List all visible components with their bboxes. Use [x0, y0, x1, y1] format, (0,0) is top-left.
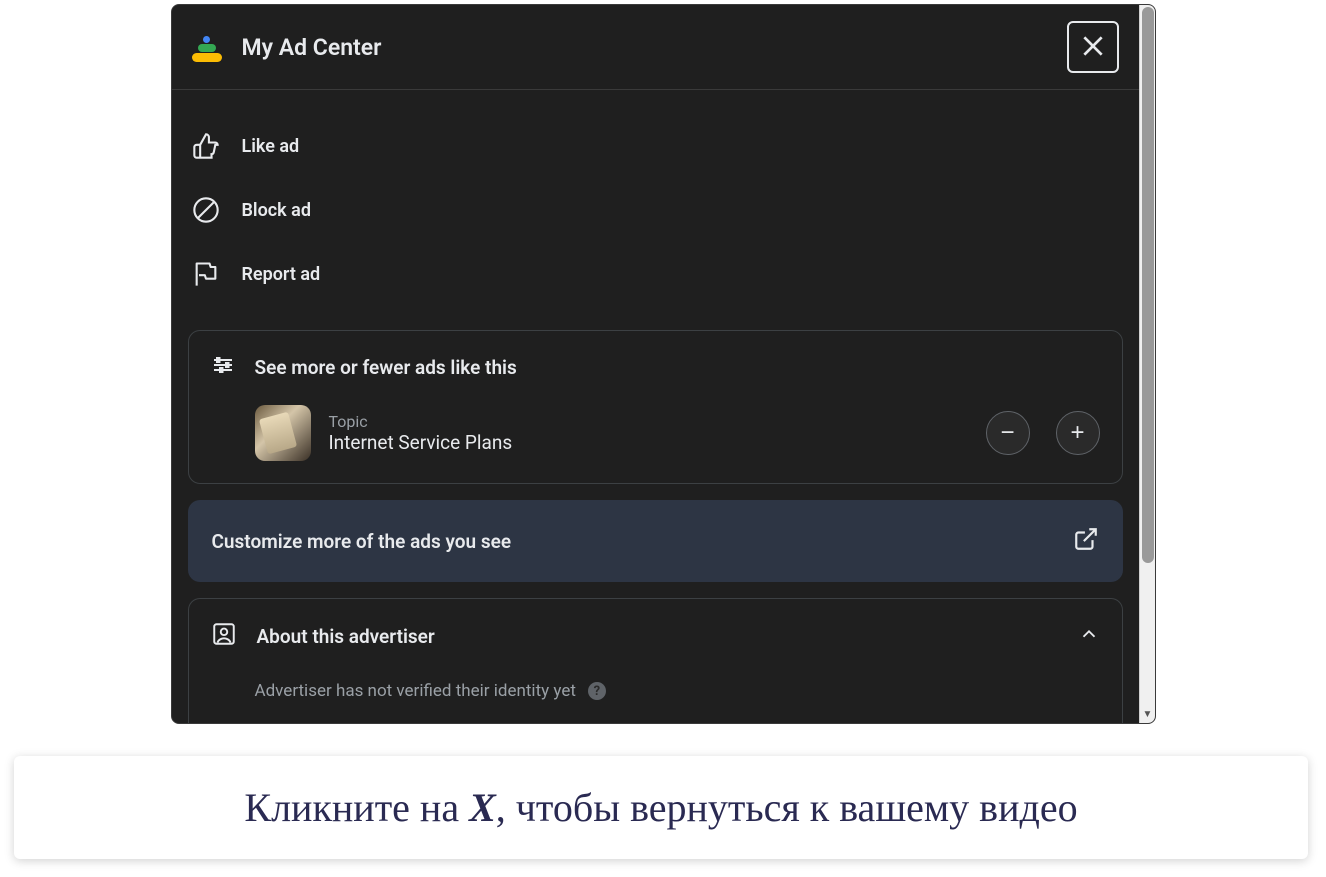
- person-icon: [211, 621, 237, 651]
- topic-thumbnail: [255, 405, 311, 461]
- ad-center-modal: ▲ ▼ My Ad Center: [171, 4, 1156, 724]
- topic-label: Topic: [329, 412, 968, 431]
- topic-value: Internet Service Plans: [329, 431, 968, 454]
- close-button[interactable]: [1067, 21, 1119, 73]
- help-icon[interactable]: ?: [588, 682, 606, 700]
- chevron-up-icon: [1078, 623, 1100, 649]
- ads-preference-card: See more or fewer ads like this Topic In…: [188, 330, 1123, 484]
- like-ad-label: Like ad: [242, 136, 300, 157]
- customize-ads-button[interactable]: Customize more of the ads you see: [188, 500, 1123, 582]
- sliders-icon: [211, 353, 235, 381]
- thumbs-up-icon: [192, 132, 220, 160]
- fewer-ads-button[interactable]: −: [986, 411, 1030, 455]
- advertiser-title: About this advertiser: [257, 625, 435, 648]
- header-left: My Ad Center: [192, 32, 382, 62]
- scrollbar-thumb[interactable]: [1142, 7, 1154, 563]
- report-ad-label: Report ad: [242, 264, 321, 285]
- block-ad-button[interactable]: Block ad: [192, 178, 1119, 242]
- caption-pre: Кликните на: [244, 785, 469, 830]
- card-header: See more or fewer ads like this: [211, 353, 1100, 381]
- external-link-icon: [1073, 526, 1099, 556]
- advertiser-status-text: Advertiser has not verified their identi…: [255, 681, 576, 701]
- caption-post: , чтобы вернуться к вашему видео: [496, 785, 1078, 830]
- ad-center-logo-icon: [192, 32, 222, 62]
- customize-label: Customize more of the ads you see: [212, 530, 512, 553]
- topic-adjust-buttons: − +: [986, 411, 1100, 455]
- scroll-down-arrow-icon[interactable]: ▼: [1140, 707, 1156, 723]
- scrollbar[interactable]: ▲ ▼: [1139, 5, 1155, 723]
- action-list: Like ad Block ad Report ad: [172, 90, 1139, 330]
- more-ads-button[interactable]: +: [1056, 411, 1100, 455]
- close-icon: [1080, 33, 1106, 62]
- modal-header: My Ad Center: [172, 5, 1139, 90]
- like-ad-button[interactable]: Like ad: [192, 114, 1119, 178]
- minus-icon: −: [1000, 419, 1014, 447]
- block-ad-label: Block ad: [242, 200, 311, 221]
- advertiser-sub-row: Advertiser has not verified their identi…: [211, 681, 1100, 701]
- topic-row: Topic Internet Service Plans − +: [211, 405, 1100, 461]
- report-ad-button[interactable]: Report ad: [192, 242, 1119, 306]
- block-icon: [192, 196, 220, 224]
- instruction-caption: Кликните на X, чтобы вернуться к вашему …: [14, 756, 1308, 859]
- topic-text: Topic Internet Service Plans: [329, 412, 968, 454]
- page-title: My Ad Center: [242, 34, 382, 61]
- advertiser-card: About this advertiser Advertiser has not…: [188, 598, 1123, 723]
- flag-icon: [192, 260, 220, 288]
- caption-x: X: [469, 785, 496, 830]
- advertiser-header[interactable]: About this advertiser: [211, 621, 1100, 651]
- modal-content: My Ad Center Like ad Block ad: [172, 5, 1155, 723]
- plus-icon: +: [1070, 419, 1084, 447]
- ads-card-title: See more or fewer ads like this: [255, 356, 517, 379]
